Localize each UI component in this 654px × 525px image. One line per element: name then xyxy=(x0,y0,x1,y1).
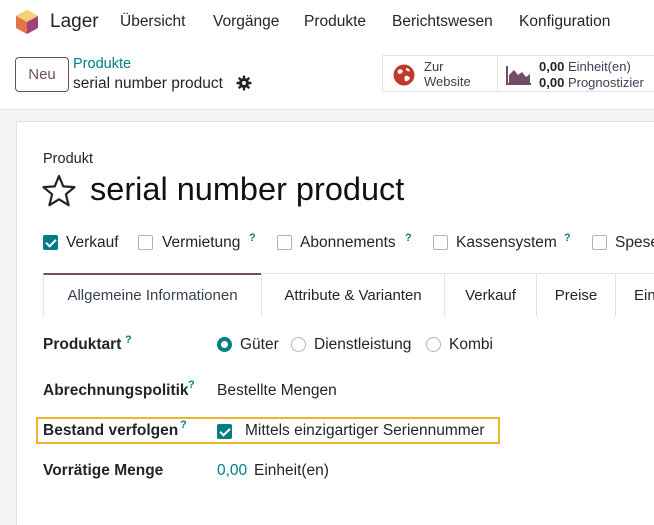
menu-berichtswesen[interactable]: Berichtswesen xyxy=(392,13,493,31)
help-tooltip-kassensystem[interactable]: ? xyxy=(564,232,571,244)
menu-konfiguration[interactable]: Konfiguration xyxy=(519,13,610,31)
field-label-produktart: Produktart xyxy=(43,336,122,353)
breadcrumb-parent[interactable]: Produkte xyxy=(73,56,131,72)
vorraetige-menge-value[interactable]: 0,00 xyxy=(217,462,247,480)
breadcrumb-current: serial number product xyxy=(73,75,223,92)
website-smart-button[interactable]: Zur Website xyxy=(382,55,498,92)
field-label-bestand-verfolgen: Bestand verfolgen xyxy=(43,422,179,439)
checkbox-vermietung[interactable] xyxy=(138,235,153,250)
app-name[interactable]: Lager xyxy=(50,11,99,33)
help-tooltip-abrechnungspolitik[interactable]: ? xyxy=(188,379,195,391)
radio-kombi[interactable] xyxy=(426,337,441,352)
radio-dienstleistung[interactable] xyxy=(291,337,306,352)
tab-allgemeine-informationen[interactable]: Allgemeine Informationen xyxy=(43,273,262,316)
checkbox-label-abonnements: Abonnements xyxy=(300,234,396,251)
help-tooltip-bestand-verfolgen[interactable]: ? xyxy=(180,419,187,431)
tab-ein[interactable]: Ein xyxy=(615,273,654,316)
tab-verkauf[interactable]: Verkauf xyxy=(444,273,537,316)
radio-label-gueter: Güter xyxy=(240,336,279,353)
checkbox-verkauf[interactable] xyxy=(43,235,58,250)
abrechnungspolitik-value[interactable]: Bestellte Mengen xyxy=(217,382,337,400)
forecast-value: 0,00 xyxy=(539,75,565,90)
tab-attribute-varianten[interactable]: Attribute & Varianten xyxy=(261,273,445,316)
onhand-value: 0,00 xyxy=(539,59,565,74)
favorite-star-icon[interactable] xyxy=(42,174,76,208)
field-label-abrechnungspolitik: Abrechnungspolitik xyxy=(43,382,189,399)
forecast-smart-button[interactable]: 0,00 Einheit(en) 0,00 Prognostizier xyxy=(497,55,654,92)
help-tooltip-abonnements[interactable]: ? xyxy=(405,232,412,244)
tab-preise[interactable]: Preise xyxy=(536,273,616,316)
checkbox-label-kassensystem: Kassensystem xyxy=(456,234,557,251)
checkbox-kassensystem[interactable] xyxy=(433,235,448,250)
website-label-line1: Zur xyxy=(424,59,444,74)
control-panel: Neu Produkte serial number product Zur W… xyxy=(0,44,654,110)
radio-gueter[interactable] xyxy=(217,337,232,352)
new-button[interactable]: Neu xyxy=(15,57,69,92)
menu-vorgaenge[interactable]: Vorgänge xyxy=(213,13,279,31)
top-navbar: Lager Übersicht Vorgänge Produkte Berich… xyxy=(0,0,654,44)
help-tooltip-produktart[interactable]: ? xyxy=(125,334,132,346)
product-name-field[interactable]: serial number product xyxy=(90,171,404,208)
checkbox-spese[interactable] xyxy=(592,235,607,250)
field-label-vorraetige-menge: Vorrätige Menge xyxy=(43,462,164,479)
forecast-label: Prognostizier xyxy=(567,75,644,90)
vorraetige-menge-unit: Einheit(en) xyxy=(254,462,329,479)
app-logo-icon[interactable] xyxy=(15,9,39,35)
menu-produkte[interactable]: Produkte xyxy=(304,13,366,31)
globe-icon xyxy=(393,64,415,86)
radio-label-dienstleistung: Dienstleistung xyxy=(314,336,412,353)
checkbox-label-spese: Spese xyxy=(615,234,654,251)
checkbox-abonnements[interactable] xyxy=(277,235,292,250)
product-label: Produkt xyxy=(43,151,93,167)
forecast-chart-icon xyxy=(506,66,531,85)
bestand-verfolgen-value[interactable]: Mittels einzigartiger Seriennummer xyxy=(245,422,484,440)
onhand-unit: Einheit(en) xyxy=(567,59,631,74)
website-label-line2: Website xyxy=(424,74,471,89)
checkbox-bestand-verfolgen[interactable] xyxy=(217,424,232,439)
menu-uebersicht[interactable]: Übersicht xyxy=(120,13,185,31)
help-tooltip-vermietung[interactable]: ? xyxy=(249,232,256,244)
checkbox-label-verkauf: Verkauf xyxy=(66,234,119,251)
gear-icon[interactable] xyxy=(236,75,252,91)
radio-label-kombi: Kombi xyxy=(449,336,493,353)
checkbox-label-vermietung: Vermietung xyxy=(162,234,241,251)
